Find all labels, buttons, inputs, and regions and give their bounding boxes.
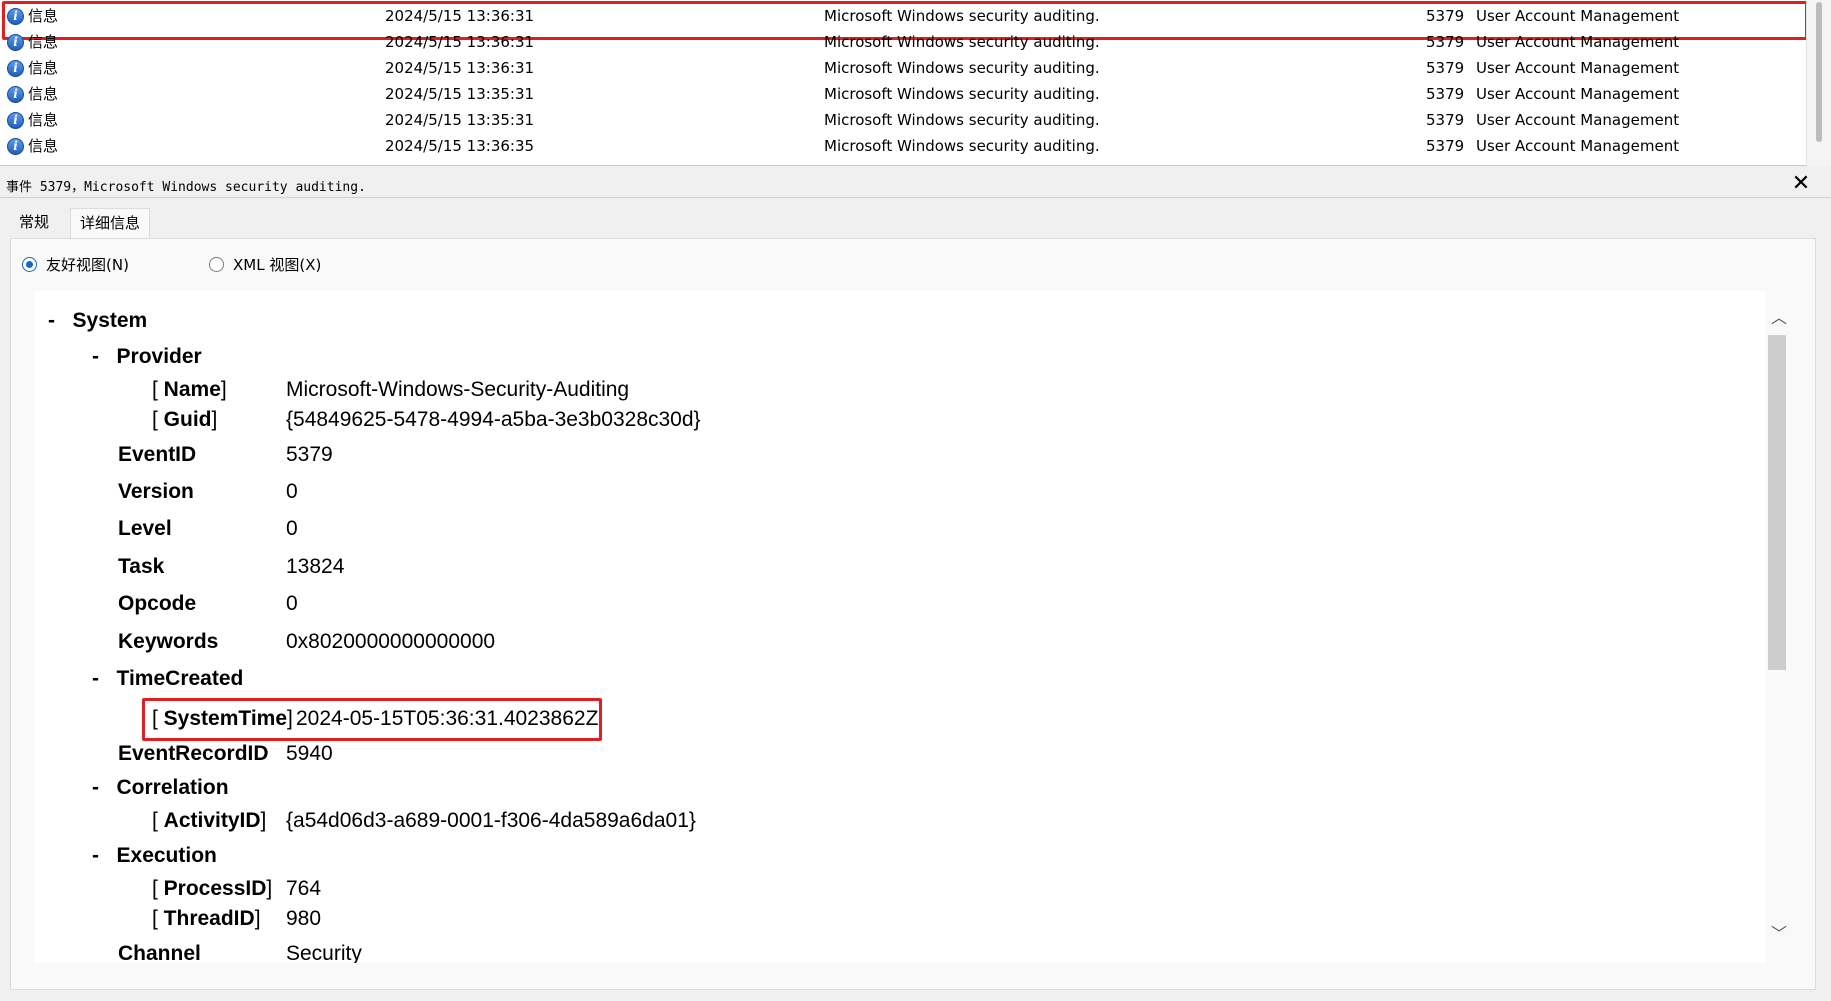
tree-value-threadid: 980 [286, 907, 322, 930]
event-date: 2024/5/15 13:35:31 [385, 111, 535, 129]
event-category: User Account Management [1476, 85, 1680, 103]
tree-value-task: 13824 [286, 555, 345, 578]
event-source: Microsoft Windows security auditing. [824, 33, 1100, 51]
event-row[interactable]: i 信息 2024/5/15 13:35:31 Microsoft Window… [0, 107, 1805, 133]
event-category: User Account Management [1476, 59, 1680, 77]
event-source: Microsoft Windows security auditing. [824, 137, 1100, 155]
event-detail-header: 事件 5379，Microsoft Windows security audit… [0, 172, 1831, 198]
event-source: Microsoft Windows security auditing. [824, 7, 1100, 25]
tree-key-eventid: EventID [118, 443, 197, 466]
tree-value-activityid: {a54d06d3-a689-0001-f306-4da589a6da01} [286, 809, 696, 832]
tree-node-execution[interactable]: - Execution [92, 842, 217, 870]
tree-attr-systemtime: [ SystemTime] [152, 707, 293, 730]
tree-node-timecreated[interactable]: - TimeCreated [92, 665, 243, 693]
collapse-icon[interactable]: - [92, 667, 99, 690]
event-id: 5379 [1426, 33, 1465, 51]
info-icon: i [7, 34, 24, 51]
tree-key-channel: Channel [118, 942, 201, 963]
event-row[interactable]: i 信息 2024/5/15 13:36:35 Microsoft Window… [0, 133, 1805, 159]
tree-value-eventid: 5379 [286, 443, 333, 466]
xml-view-radio[interactable]: XML 视图(X) [209, 254, 339, 276]
event-level: 信息 [28, 7, 59, 25]
event-category: User Account Management [1476, 33, 1680, 51]
event-row[interactable]: i 信息 2024/5/15 13:36:31 Microsoft Window… [0, 55, 1805, 81]
tab-general[interactable]: 常规 [10, 208, 58, 238]
tree-key-version: Version [118, 480, 194, 503]
scroll-up-icon[interactable]: ︿ [1766, 307, 1792, 329]
tree-key-task: Task [118, 555, 165, 578]
tree-key-eventrecordid: EventRecordID [118, 742, 269, 765]
tree-node-system[interactable]: - System [48, 307, 147, 335]
collapse-icon[interactable]: - [92, 776, 99, 799]
friendly-view-radio[interactable]: 友好视图(N) [22, 254, 152, 276]
event-level: 信息 [28, 85, 59, 103]
info-icon: i [7, 60, 24, 77]
event-level: 信息 [28, 33, 59, 51]
event-date: 2024/5/15 13:36:35 [385, 137, 535, 155]
event-id: 5379 [1426, 111, 1465, 129]
scrollbar-thumb[interactable] [1816, 2, 1822, 142]
scroll-down-icon[interactable]: ﹀ [1766, 923, 1792, 945]
event-row[interactable]: i 信息 2024/5/15 13:35:31 Microsoft Window… [0, 81, 1805, 107]
event-source: Microsoft Windows security auditing. [824, 85, 1100, 103]
tree-key-level: Level [118, 517, 172, 540]
info-icon: i [7, 8, 24, 25]
tree-attr-threadid: [ ThreadID] [152, 907, 261, 930]
event-id: 5379 [1426, 85, 1465, 103]
event-date: 2024/5/15 13:36:31 [385, 7, 535, 25]
event-list-scrollbar[interactable] [1806, 0, 1831, 166]
friendly-xml-tree: - System - Provider [ Name] Microsoft-Wi… [34, 291, 1766, 963]
tree-value-systemtime: 2024-05-15T05:36:31.4023862Z [296, 707, 599, 730]
event-category: User Account Management [1476, 137, 1680, 155]
tree-value-opcode: 0 [286, 592, 298, 615]
xml-view-label: XML 视图(X) [233, 256, 322, 274]
scrollbar-thumb[interactable] [1768, 335, 1786, 670]
event-source: Microsoft Windows security auditing. [824, 111, 1100, 129]
tree-attr-processid: [ ProcessID] [152, 877, 273, 900]
tree-value-eventrecordid: 5940 [286, 742, 333, 765]
tree-key-opcode: Opcode [118, 592, 197, 615]
event-category: User Account Management [1476, 7, 1680, 25]
tree-attr-activityid: [ ActivityID] [152, 809, 267, 832]
tree-attr-guid: [ Guid] [152, 408, 218, 431]
event-id: 5379 [1426, 7, 1465, 25]
info-icon: i [7, 86, 24, 103]
event-category: User Account Management [1476, 111, 1680, 129]
event-level: 信息 [28, 111, 59, 129]
collapse-icon[interactable]: - [92, 345, 99, 368]
radio-selected-icon [22, 257, 37, 272]
event-date: 2024/5/15 13:36:31 [385, 59, 535, 77]
tree-attr-name: [ Name] [152, 378, 227, 401]
info-icon: i [7, 138, 24, 155]
event-id: 5379 [1426, 59, 1465, 77]
tree-value-processid: 764 [286, 877, 322, 900]
collapse-icon[interactable]: - [48, 309, 55, 332]
close-icon[interactable]: ✕ [1790, 172, 1812, 196]
event-detail-title: 事件 5379，Microsoft Windows security audit… [6, 180, 366, 195]
info-icon: i [7, 112, 24, 129]
radio-unselected-icon [209, 257, 224, 272]
tree-scrollbar[interactable]: ︿ ﹀ [1766, 291, 1792, 963]
tree-node-provider[interactable]: - Provider [92, 343, 202, 371]
event-row[interactable]: i 信息 2024/5/15 13:36:31 Microsoft Window… [0, 29, 1805, 55]
tree-value-channel: Security [286, 942, 362, 963]
tree-key-keywords: Keywords [118, 630, 219, 653]
collapse-icon[interactable]: - [92, 844, 99, 867]
event-date: 2024/5/15 13:35:31 [385, 85, 535, 103]
tree-value-keywords: 0x8020000000000000 [286, 630, 496, 653]
tree-value-version: 0 [286, 480, 298, 503]
event-row[interactable]: i 信息 2024/5/15 13:36:31 Microsoft Window… [0, 1, 1808, 40]
event-list: i 信息 2024/5/15 13:36:31 Microsoft Window… [0, 0, 1831, 166]
event-date: 2024/5/15 13:36:31 [385, 33, 535, 51]
tree-value-name: Microsoft-Windows-Security-Auditing [286, 378, 630, 401]
tree-value-guid: {54849625-5478-4994-a5ba-3e3b0328c30d} [286, 408, 701, 431]
event-level: 信息 [28, 59, 59, 77]
tab-details[interactable]: 详细信息 [70, 208, 151, 238]
event-level: 信息 [28, 137, 59, 155]
tree-node-correlation[interactable]: - Correlation [92, 774, 229, 802]
tree-value-level: 0 [286, 517, 298, 540]
friendly-view-label: 友好视图(N) [46, 256, 129, 274]
event-source: Microsoft Windows security auditing. [824, 59, 1100, 77]
event-id: 5379 [1426, 137, 1465, 155]
